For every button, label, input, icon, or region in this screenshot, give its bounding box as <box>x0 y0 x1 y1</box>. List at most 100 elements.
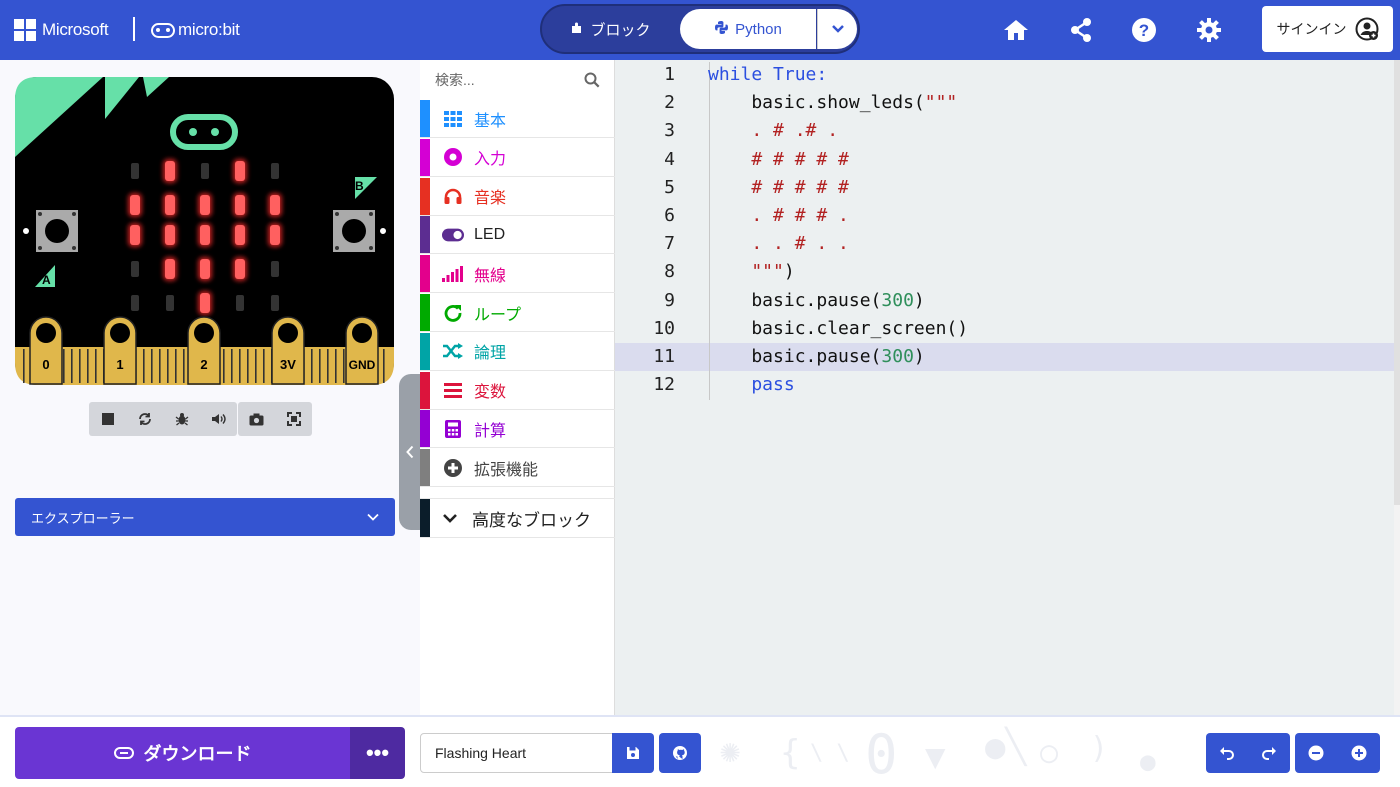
microbit-icon <box>151 22 175 38</box>
code-line[interactable]: basic.pause(300) <box>708 289 924 311</box>
restart-button[interactable] <box>126 402 163 436</box>
pin-1[interactable]: 1 <box>103 316 137 385</box>
settings-icon <box>1197 18 1221 42</box>
category-color-bar <box>420 255 430 293</box>
category-9[interactable]: 計算 <box>420 410 615 449</box>
redo-button[interactable] <box>1248 733 1290 773</box>
button-b[interactable] <box>333 210 375 252</box>
python-icon <box>714 20 729 38</box>
code-line[interactable]: . # .# . <box>708 120 838 141</box>
category-4[interactable]: LED <box>420 216 615 255</box>
stop-button[interactable] <box>89 402 126 436</box>
button-a[interactable] <box>36 210 78 252</box>
zoom-in-icon <box>1351 745 1366 761</box>
github-icon <box>673 746 687 760</box>
mute-button[interactable] <box>200 402 237 436</box>
toolbox-search-input[interactable]: 検索... <box>420 60 615 100</box>
code-line[interactable]: . # # # . <box>708 205 849 226</box>
category-6[interactable]: ループ <box>420 294 615 332</box>
category-5[interactable]: 無線 <box>420 255 615 294</box>
screenshot-button[interactable] <box>238 402 275 436</box>
code-token: # # # # # <box>708 176 849 198</box>
zoom-out-icon <box>1308 745 1324 761</box>
pin-label: 2 <box>200 357 207 372</box>
led-on <box>235 225 245 245</box>
led-off <box>131 295 139 311</box>
toggle-blocks-button[interactable]: ブロック <box>542 6 680 52</box>
led-on <box>165 259 175 279</box>
category-label: 論理 <box>474 345 507 363</box>
line-number: 1 <box>664 64 675 85</box>
toggle-python-label: Python <box>735 20 782 38</box>
help-button[interactable]: ? <box>1124 10 1164 50</box>
category-label: LED <box>474 225 506 243</box>
signin-button[interactable]: サインイン <box>1262 6 1393 52</box>
pin-label: GND <box>349 358 376 372</box>
fullscreen-button[interactable] <box>275 402 312 436</box>
led-on <box>200 259 210 279</box>
share-button[interactable] <box>1061 10 1101 50</box>
pin-0[interactable]: 0 <box>29 316 63 385</box>
code-token: . # .# . <box>708 120 839 142</box>
code-token: ) <box>783 261 795 283</box>
microbit-logo[interactable]: micro:bit <box>151 0 240 60</box>
microsoft-logo[interactable]: Microsoft <box>14 0 109 60</box>
plus-circle-icon <box>442 458 464 477</box>
help-icon: ? <box>1132 18 1156 42</box>
code-line[interactable]: while True: <box>708 64 827 85</box>
undo-button[interactable] <box>1206 733 1248 773</box>
category-1[interactable]: 基本 <box>420 100 615 138</box>
pin-3v[interactable]: 3V <box>271 316 305 385</box>
category-advanced[interactable]: 高度なブロック <box>420 498 615 538</box>
home-button[interactable] <box>996 10 1036 50</box>
line-number: 7 <box>664 233 675 255</box>
code-token: . # # # . <box>708 205 849 226</box>
category-color-bar <box>420 177 430 215</box>
code-line[interactable]: basic.pause(300) <box>708 346 925 367</box>
scroll-thumb[interactable] <box>1394 60 1400 505</box>
code-line[interactable]: . . # . . <box>708 233 849 254</box>
settings-button[interactable] <box>1189 10 1229 50</box>
zoom-in-button[interactable] <box>1337 733 1380 773</box>
pin-2[interactable]: 2 <box>187 316 221 385</box>
button-b-label: B <box>355 179 364 193</box>
code-line[interactable]: # # # # # <box>708 177 849 198</box>
category-8[interactable]: 変数 <box>420 371 615 410</box>
code-line[interactable]: # # # # # <box>708 149 849 170</box>
category-7[interactable]: 論理 <box>420 332 615 371</box>
save-button[interactable] <box>612 733 654 773</box>
category-2[interactable]: 入力 <box>420 138 615 177</box>
collapse-simulator-button[interactable] <box>399 374 421 530</box>
zoom-out-button[interactable] <box>1295 733 1337 773</box>
language-dropdown-button[interactable] <box>817 9 857 49</box>
category-color-bar <box>420 410 430 448</box>
microbit-board[interactable]: A B 0 1 2 3V GND <box>15 77 394 385</box>
home-icon <box>1004 20 1028 40</box>
editor-scrollbar[interactable] <box>1394 60 1400 715</box>
microsoft-brand-text: Microsoft <box>42 20 109 39</box>
github-button[interactable] <box>659 733 701 773</box>
code-token: 300 <box>881 289 914 311</box>
download-button[interactable]: ダウンロード <box>15 727 350 779</box>
code-line[interactable]: basic.show_leds(""" <box>708 92 957 113</box>
loop-icon <box>442 304 464 322</box>
download-more-button[interactable]: ••• <box>350 727 405 779</box>
code-token: # # # # # <box>708 148 849 170</box>
toggle-python-button[interactable]: Python <box>680 9 816 49</box>
code-token: basic.pause( <box>708 346 882 367</box>
code-token: """ <box>708 261 784 283</box>
code-token: ) <box>913 346 925 367</box>
category-advanced-label: 高度なブロック <box>472 510 591 530</box>
category-3[interactable]: 音楽 <box>420 177 615 216</box>
debug-button[interactable] <box>163 402 200 436</box>
toolbox: 検索... 基本 入力 音楽 LED 無線 ループ論理変数 計算 拡張機能 高度なブロック <box>420 60 615 715</box>
code-line[interactable]: basic.clear_screen() <box>708 318 968 339</box>
code-line[interactable]: pass <box>708 374 794 395</box>
pin-gnd[interactable]: GND <box>345 316 379 385</box>
category-10[interactable]: 拡張機能 <box>420 449 615 488</box>
code-editor[interactable]: 1 while True: 2 basic.show_leds(""" 3 . # .… <box>615 60 1400 715</box>
project-name-input[interactable] <box>420 733 613 773</box>
calculator-icon <box>442 419 464 438</box>
code-line[interactable]: """) <box>708 261 795 283</box>
explorer-dropdown[interactable]: エクスプローラー <box>15 498 395 536</box>
